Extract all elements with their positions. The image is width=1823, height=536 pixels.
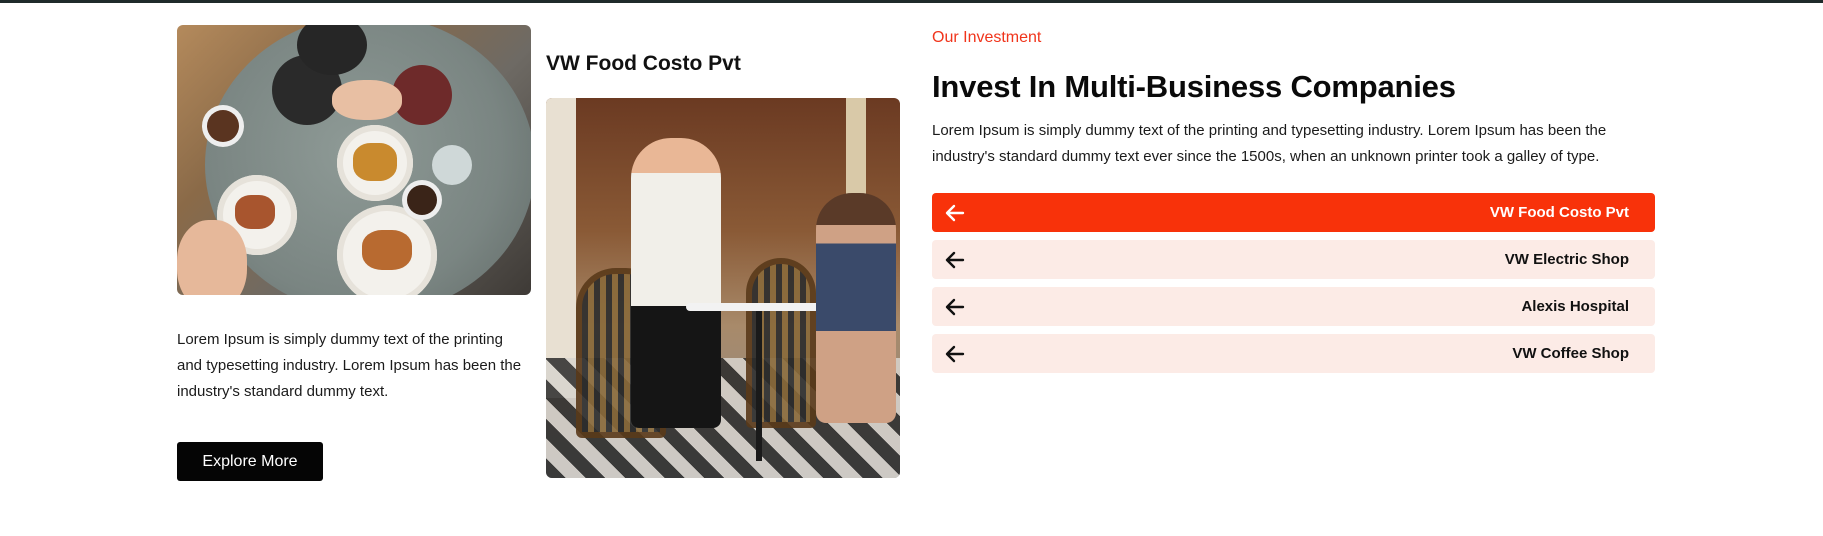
company-item-vw-electric-shop[interactable]: VW Electric Shop — [932, 240, 1655, 279]
left-column: Lorem Ipsum is simply dummy text of the … — [177, 25, 531, 481]
cup — [407, 185, 437, 215]
waiter-cafe-photo — [546, 98, 900, 478]
arrow-left-icon — [945, 345, 965, 363]
section-lead: Lorem Ipsum is simply dummy text of the … — [932, 122, 1607, 165]
company-item-alexis-hospital[interactable]: Alexis Hospital — [932, 287, 1655, 326]
food-portion — [362, 230, 412, 270]
company-item-vw-food-costo[interactable]: VW Food Costo Pvt — [932, 193, 1655, 232]
waiter-figure — [631, 138, 721, 428]
pillar — [546, 98, 576, 398]
dining-table-photo — [177, 25, 531, 295]
arrow-left-icon — [945, 298, 965, 316]
explore-more-button[interactable]: Explore More — [177, 442, 323, 481]
arrow-left-icon — [945, 204, 965, 222]
cafe-table — [686, 303, 836, 311]
right-column: Our Investment Invest In Multi-Business … — [932, 28, 1655, 381]
cup — [207, 110, 239, 142]
company-label: VW Electric Shop — [1504, 251, 1629, 268]
company-list: VW Food Costo Pvt VW Electric Shop Alexi… — [932, 193, 1655, 373]
company-label: Alexis Hospital — [1521, 298, 1629, 315]
left-description: Lorem Ipsum is simply dummy text of the … — [177, 331, 522, 400]
seated-woman-figure — [816, 193, 896, 423]
company-item-vw-coffee-shop[interactable]: VW Coffee Shop — [932, 334, 1655, 373]
top-rule — [0, 0, 1823, 3]
hand — [332, 80, 402, 120]
featured-company-title: VW Food Costo Pvt — [546, 52, 741, 75]
company-label: VW Coffee Shop — [1512, 345, 1629, 362]
section-eyebrow: Our Investment — [932, 29, 1042, 46]
glass — [432, 145, 472, 185]
hand — [177, 220, 247, 295]
food-portion — [235, 195, 275, 229]
waffle — [353, 143, 397, 181]
section-headline: Invest In Multi-Business Companies — [932, 69, 1456, 104]
company-label: VW Food Costo Pvt — [1489, 204, 1629, 221]
middle-column: VW Food Costo Pvt — [546, 50, 900, 478]
cafe-table-leg — [756, 311, 762, 461]
arrow-left-icon — [945, 251, 965, 269]
